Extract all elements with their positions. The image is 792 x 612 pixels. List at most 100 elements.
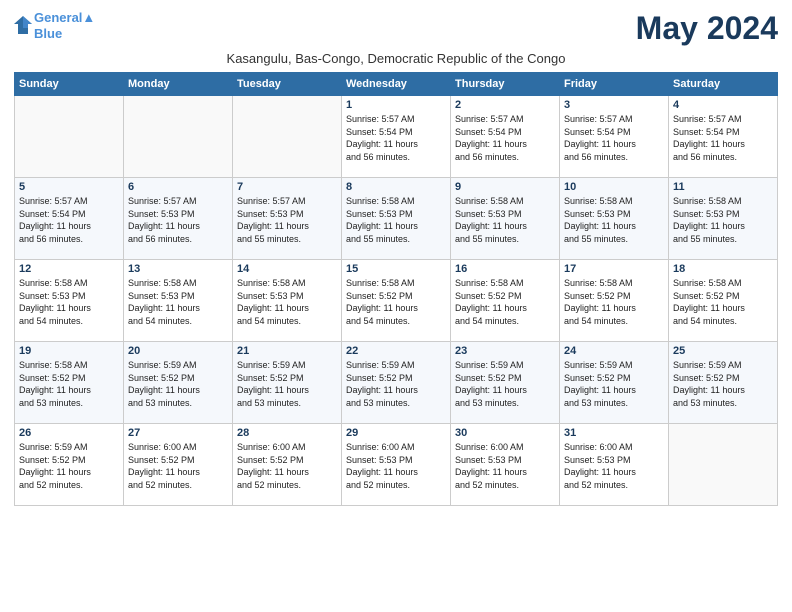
calendar-cell: 28 Sunrise: 6:00 AM Sunset: 5:52 PM Dayli… — [233, 424, 342, 506]
day-header-friday: Friday — [560, 73, 669, 96]
day-info: Sunrise: 5:58 AM Sunset: 5:52 PM Dayligh… — [19, 359, 119, 409]
calendar-cell: 25 Sunrise: 5:59 AM Sunset: 5:52 PM Dayli… — [669, 342, 778, 424]
day-info: Sunrise: 5:58 AM Sunset: 5:53 PM Dayligh… — [673, 195, 773, 245]
calendar-cell: 27Sunrise: 6:00 AM Sunset: 5:52 PM Dayli… — [124, 424, 233, 506]
day-info: Sunrise: 5:59 AM Sunset: 5:52 PM Dayligh… — [673, 359, 773, 409]
day-info: Sunrise: 5:58 AM Sunset: 5:53 PM Dayligh… — [346, 195, 446, 245]
day-number: 18 — [673, 263, 773, 275]
day-header-tuesday: Tuesday — [233, 73, 342, 96]
day-number: 25 — [673, 345, 773, 357]
day-number: 27 — [128, 427, 228, 439]
calendar-cell — [124, 96, 233, 178]
page: General▲ Blue May 2024 Kasangulu, Bas-Co… — [0, 0, 792, 612]
day-number: 7 — [237, 181, 337, 193]
calendar-cell: 15 Sunrise: 5:58 AM Sunset: 5:52 PM Dayli… — [342, 260, 451, 342]
day-number: 5 — [19, 181, 119, 193]
day-number: 9 — [455, 181, 555, 193]
day-info: Sunrise: 5:58 AM Sunset: 5:52 PM Dayligh… — [673, 277, 773, 327]
day-number: 16 — [455, 263, 555, 275]
calendar-cell: 11 Sunrise: 5:58 AM Sunset: 5:53 PM Dayli… — [669, 178, 778, 260]
day-number: 26 — [19, 427, 119, 439]
calendar-cell: 10Sunrise: 5:58 AM Sunset: 5:53 PM Dayli… — [560, 178, 669, 260]
calendar-cell: 26 Sunrise: 5:59 AM Sunset: 5:52 PM Dayli… — [15, 424, 124, 506]
calendar-week-5: 26 Sunrise: 5:59 AM Sunset: 5:52 PM Dayli… — [15, 424, 778, 506]
calendar-cell — [669, 424, 778, 506]
calendar-cell: 8 Sunrise: 5:58 AM Sunset: 5:53 PM Daylig… — [342, 178, 451, 260]
calendar-cell: 13Sunrise: 5:58 AM Sunset: 5:53 PM Dayli… — [124, 260, 233, 342]
day-number: 4 — [673, 99, 773, 111]
day-number: 28 — [237, 427, 337, 439]
day-info: Sunrise: 6:00 AM Sunset: 5:53 PM Dayligh… — [455, 441, 555, 491]
day-number: 31 — [564, 427, 664, 439]
month-title: May 2024 — [636, 10, 778, 47]
logo-icon — [14, 14, 32, 36]
day-info: Sunrise: 5:59 AM Sunset: 5:52 PM Dayligh… — [346, 359, 446, 409]
calendar-table: SundayMondayTuesdayWednesdayThursdayFrid… — [14, 72, 778, 506]
calendar-week-2: 5 Sunrise: 5:57 AM Sunset: 5:54 PM Daylig… — [15, 178, 778, 260]
day-number: 11 — [673, 181, 773, 193]
day-number: 17 — [564, 263, 664, 275]
day-info: Sunrise: 5:58 AM Sunset: 5:52 PM Dayligh… — [455, 277, 555, 327]
day-info: Sunrise: 5:57 AM Sunset: 5:54 PM Dayligh… — [455, 113, 555, 163]
calendar-cell: 14 Sunrise: 5:58 AM Sunset: 5:53 PM Dayli… — [233, 260, 342, 342]
calendar-week-3: 12 Sunrise: 5:58 AM Sunset: 5:53 PM Dayli… — [15, 260, 778, 342]
day-info: Sunrise: 5:57 AM Sunset: 5:54 PM Dayligh… — [673, 113, 773, 163]
logo-general: General — [34, 10, 82, 25]
day-info: Sunrise: 5:58 AM Sunset: 5:52 PM Dayligh… — [564, 277, 664, 327]
calendar-cell: 23 Sunrise: 5:59 AM Sunset: 5:52 PM Dayli… — [451, 342, 560, 424]
day-info: Sunrise: 5:57 AM Sunset: 5:54 PM Dayligh… — [19, 195, 119, 245]
calendar-cell: 19 Sunrise: 5:58 AM Sunset: 5:52 PM Dayli… — [15, 342, 124, 424]
day-number: 23 — [455, 345, 555, 357]
day-info: Sunrise: 5:59 AM Sunset: 5:52 PM Dayligh… — [455, 359, 555, 409]
calendar-cell: 5 Sunrise: 5:57 AM Sunset: 5:54 PM Daylig… — [15, 178, 124, 260]
calendar-cell: 18 Sunrise: 5:58 AM Sunset: 5:52 PM Dayli… — [669, 260, 778, 342]
day-number: 30 — [455, 427, 555, 439]
day-info: Sunrise: 6:00 AM Sunset: 5:52 PM Dayligh… — [237, 441, 337, 491]
calendar-cell: 17 Sunrise: 5:58 AM Sunset: 5:52 PM Dayli… — [560, 260, 669, 342]
calendar-cell: 6Sunrise: 5:57 AM Sunset: 5:53 PM Daylig… — [124, 178, 233, 260]
calendar-week-1: 1Sunrise: 5:57 AM Sunset: 5:54 PM Daylig… — [15, 96, 778, 178]
day-number: 13 — [128, 263, 228, 275]
day-number: 29 — [346, 427, 446, 439]
day-info: Sunrise: 5:58 AM Sunset: 5:53 PM Dayligh… — [237, 277, 337, 327]
calendar-cell: 4 Sunrise: 5:57 AM Sunset: 5:54 PM Daylig… — [669, 96, 778, 178]
calendar-cell: 7 Sunrise: 5:57 AM Sunset: 5:53 PM Daylig… — [233, 178, 342, 260]
day-header-thursday: Thursday — [451, 73, 560, 96]
logo-blue: Blue — [34, 26, 95, 42]
subtitle: Kasangulu, Bas-Congo, Democratic Republi… — [14, 51, 778, 66]
calendar-cell: 20 Sunrise: 5:59 AM Sunset: 5:52 PM Dayli… — [124, 342, 233, 424]
day-number: 14 — [237, 263, 337, 275]
day-header-wednesday: Wednesday — [342, 73, 451, 96]
day-info: Sunrise: 6:00 AM Sunset: 5:53 PM Dayligh… — [564, 441, 664, 491]
day-number: 8 — [346, 181, 446, 193]
header: General▲ Blue May 2024 — [14, 10, 778, 47]
day-number: 22 — [346, 345, 446, 357]
day-info: Sunrise: 5:58 AM Sunset: 5:53 PM Dayligh… — [455, 195, 555, 245]
calendar-cell: 22 Sunrise: 5:59 AM Sunset: 5:52 PM Dayli… — [342, 342, 451, 424]
calendar-week-4: 19 Sunrise: 5:58 AM Sunset: 5:52 PM Dayli… — [15, 342, 778, 424]
calendar-cell: 16 Sunrise: 5:58 AM Sunset: 5:52 PM Dayli… — [451, 260, 560, 342]
day-info: Sunrise: 5:59 AM Sunset: 5:52 PM Dayligh… — [128, 359, 228, 409]
calendar-cell: 30 Sunrise: 6:00 AM Sunset: 5:53 PM Dayli… — [451, 424, 560, 506]
calendar-cell: 2 Sunrise: 5:57 AM Sunset: 5:54 PM Daylig… — [451, 96, 560, 178]
calendar-cell: 31 Sunrise: 6:00 AM Sunset: 5:53 PM Dayli… — [560, 424, 669, 506]
calendar-cell: 21 Sunrise: 5:59 AM Sunset: 5:52 PM Dayli… — [233, 342, 342, 424]
day-info: Sunrise: 5:59 AM Sunset: 5:52 PM Dayligh… — [564, 359, 664, 409]
day-info: Sunrise: 5:59 AM Sunset: 5:52 PM Dayligh… — [19, 441, 119, 491]
calendar-cell: 3Sunrise: 5:57 AM Sunset: 5:54 PM Daylig… — [560, 96, 669, 178]
calendar-cell: 12 Sunrise: 5:58 AM Sunset: 5:53 PM Dayli… — [15, 260, 124, 342]
day-number: 2 — [455, 99, 555, 111]
day-number: 6 — [128, 181, 228, 193]
day-number: 15 — [346, 263, 446, 275]
day-info: Sunrise: 5:58 AM Sunset: 5:53 PM Dayligh… — [19, 277, 119, 327]
day-number: 12 — [19, 263, 119, 275]
logo-text: General▲ Blue — [34, 10, 95, 41]
day-number: 24 — [564, 345, 664, 357]
day-number: 21 — [237, 345, 337, 357]
day-number: 20 — [128, 345, 228, 357]
day-info: Sunrise: 5:57 AM Sunset: 5:53 PM Dayligh… — [237, 195, 337, 245]
day-info: Sunrise: 5:58 AM Sunset: 5:52 PM Dayligh… — [346, 277, 446, 327]
day-number: 19 — [19, 345, 119, 357]
calendar-cell: 24 Sunrise: 5:59 AM Sunset: 5:52 PM Dayli… — [560, 342, 669, 424]
day-info: Sunrise: 5:59 AM Sunset: 5:52 PM Dayligh… — [237, 359, 337, 409]
